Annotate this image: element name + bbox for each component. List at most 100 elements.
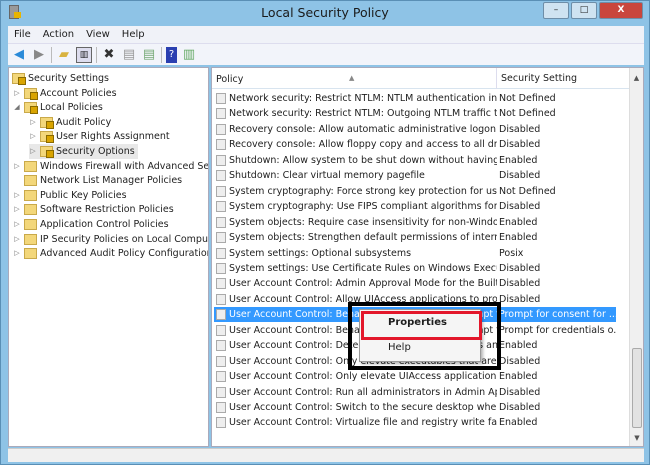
tree-item[interactable]: ▷ IP Security Policies on Local Computer bbox=[13, 232, 208, 247]
tree-item[interactable]: ▷ Advanced Audit Policy Configuration bbox=[13, 246, 208, 261]
minimize-button[interactable]: – bbox=[543, 2, 569, 19]
folder-icon bbox=[24, 189, 37, 201]
column-header-security-setting[interactable]: Security Setting bbox=[496, 68, 630, 89]
tree-item[interactable]: ▷ User Rights Assignment bbox=[29, 129, 170, 144]
table-row[interactable]: System settings: Optional subsystems Posi… bbox=[214, 246, 616, 261]
menu-action[interactable]: Action bbox=[37, 26, 80, 43]
menu-help[interactable]: Help bbox=[116, 26, 151, 43]
table-row[interactable]: Recovery console: Allow automatic admini… bbox=[214, 122, 616, 137]
expand-arrow-icon[interactable]: ▷ bbox=[29, 115, 37, 130]
policy-icon bbox=[216, 371, 226, 383]
security-setting: Enabled bbox=[499, 216, 538, 228]
table-row[interactable]: System cryptography: Use FIPS compliant … bbox=[214, 199, 616, 214]
vertical-scrollbar[interactable]: ▲ ▼ bbox=[629, 68, 643, 446]
maximize-button[interactable]: □ bbox=[571, 2, 597, 19]
tree-item[interactable]: ▷ Software Restriction Policies bbox=[13, 202, 174, 217]
scroll-down-icon[interactable]: ▼ bbox=[630, 434, 643, 442]
expand-arrow-icon[interactable]: ▷ bbox=[13, 217, 21, 232]
policy-icon bbox=[216, 216, 226, 228]
toolbar: ◀ ▶ ▰ ▥ ✖ ▤ ▤ ? ▥ bbox=[8, 43, 644, 65]
expand-arrow-icon[interactable]: ▷ bbox=[13, 246, 21, 261]
policy-list: ▲ Policy Security Setting Network securi… bbox=[211, 67, 644, 447]
tree-item[interactable]: ▷ Application Control Policies bbox=[13, 217, 169, 232]
folder-icon bbox=[24, 219, 37, 230]
tree-item[interactable]: ▷ Windows Firewall with Advanced Security bbox=[13, 159, 208, 174]
policy-name: System settings: Optional subsystems bbox=[229, 247, 412, 259]
properties-icon[interactable]: ▤ bbox=[121, 47, 137, 63]
policy-name: User Account Control: Virtualize file an… bbox=[229, 417, 497, 429]
tree-item-label: User Rights Assignment bbox=[56, 131, 170, 143]
policy-icon bbox=[216, 139, 226, 151]
table-row[interactable]: User Account Control: Run all administra… bbox=[214, 385, 616, 400]
close-button[interactable]: X bbox=[599, 2, 643, 19]
menu-file[interactable]: File bbox=[8, 26, 37, 43]
tree-item[interactable]: ▷ Account Policies bbox=[13, 86, 117, 101]
policy-icon bbox=[216, 417, 226, 429]
tree-item-label: Application Control Policies bbox=[40, 219, 169, 230]
column-header-policy[interactable]: Policy bbox=[216, 74, 243, 85]
expand-arrow-icon[interactable]: ▷ bbox=[29, 129, 37, 144]
expand-arrow-icon[interactable]: ▷ bbox=[13, 159, 21, 174]
security-setting: Enabled bbox=[499, 232, 538, 244]
policy-name: Recovery console: Allow floppy copy and … bbox=[229, 139, 497, 151]
policy-icon bbox=[216, 185, 226, 197]
security-setting: Disabled bbox=[499, 201, 541, 213]
export-icon[interactable]: ▤ bbox=[141, 47, 157, 63]
security-setting: Disabled bbox=[499, 278, 541, 290]
security-setting: Enabled bbox=[499, 154, 538, 166]
table-row[interactable]: System cryptography: Force strong key pr… bbox=[214, 184, 616, 199]
policy-icon bbox=[216, 154, 226, 166]
table-row[interactable]: Network security: Restrict NTLM: Outgoin… bbox=[214, 106, 616, 121]
policy-icon bbox=[216, 247, 226, 259]
expand-arrow-icon[interactable]: ▷ bbox=[13, 188, 21, 203]
forward-icon[interactable]: ▶ bbox=[31, 47, 47, 63]
ip-security-icon bbox=[24, 233, 37, 245]
table-row[interactable]: Network security: Restrict NTLM: NTLM au… bbox=[214, 91, 616, 106]
up-folder-icon[interactable]: ▰ bbox=[56, 47, 72, 63]
tree-item[interactable]: Security Settings bbox=[12, 71, 109, 86]
security-setting: Disabled bbox=[499, 293, 541, 305]
expand-arrow-icon[interactable]: ▷ bbox=[13, 202, 21, 217]
table-row[interactable]: User Account Control: Only elevate UIAcc… bbox=[214, 369, 616, 384]
policy-icon bbox=[216, 93, 226, 104]
security-setting: Disabled bbox=[499, 386, 541, 398]
scroll-thumb[interactable] bbox=[632, 348, 642, 428]
table-row[interactable]: Shutdown: Allow system to be shut down w… bbox=[214, 153, 616, 168]
security-setting: Disabled bbox=[499, 262, 541, 274]
policy-icon bbox=[216, 386, 226, 398]
table-row[interactable]: System objects: Require case insensitivi… bbox=[214, 215, 616, 230]
tree-item[interactable]: ▷ Public Key Policies bbox=[13, 188, 127, 203]
folder-icon bbox=[24, 248, 37, 260]
folder-icon bbox=[24, 204, 37, 216]
table-row[interactable]: Recovery console: Allow floppy copy and … bbox=[214, 137, 616, 152]
table-row[interactable]: User Account Control: Admin Approval Mod… bbox=[214, 276, 616, 291]
show-hide-tree-icon[interactable]: ▥ bbox=[76, 46, 92, 63]
expand-arrow-icon[interactable]: ▷ bbox=[13, 232, 21, 247]
policy-icon bbox=[216, 309, 226, 321]
expand-arrow-icon[interactable]: ▷ bbox=[29, 144, 37, 159]
security-setting: Enabled bbox=[499, 417, 538, 429]
tree-item[interactable]: ◢ Local Policies bbox=[13, 100, 103, 115]
expand-arrow-icon[interactable]: ◢ bbox=[13, 100, 21, 115]
show-action-pane-icon[interactable]: ▥ bbox=[181, 47, 197, 63]
help-icon[interactable]: ? bbox=[166, 46, 177, 63]
tree-item-label: Network List Manager Policies bbox=[40, 175, 183, 187]
policy-icon bbox=[216, 262, 226, 274]
tree-item[interactable]: ▷ Audit Policy bbox=[29, 115, 111, 130]
tree-item[interactable]: ▷ Security Options bbox=[29, 144, 138, 159]
expand-arrow-icon[interactable]: ▷ bbox=[13, 86, 21, 101]
table-row[interactable]: System settings: Use Certificate Rules o… bbox=[214, 261, 616, 276]
table-row[interactable]: Shutdown: Clear virtual memory pagefile D… bbox=[214, 168, 616, 183]
security-setting: Enabled bbox=[499, 340, 538, 352]
back-icon[interactable]: ◀ bbox=[11, 47, 27, 63]
table-row[interactable]: System objects: Strengthen default permi… bbox=[214, 230, 616, 245]
table-row[interactable]: User Account Control: Virtualize file an… bbox=[214, 415, 616, 430]
menu-view[interactable]: View bbox=[80, 26, 116, 43]
table-row[interactable]: User Account Control: Switch to the secu… bbox=[214, 400, 616, 415]
policy-icon bbox=[216, 108, 226, 120]
annotation-red-box bbox=[361, 311, 482, 340]
scroll-up-icon[interactable]: ▲ bbox=[630, 74, 643, 82]
policy-icon bbox=[216, 123, 226, 135]
delete-icon[interactable]: ✖ bbox=[101, 47, 117, 63]
tree-item[interactable]: Network List Manager Policies bbox=[13, 173, 182, 188]
